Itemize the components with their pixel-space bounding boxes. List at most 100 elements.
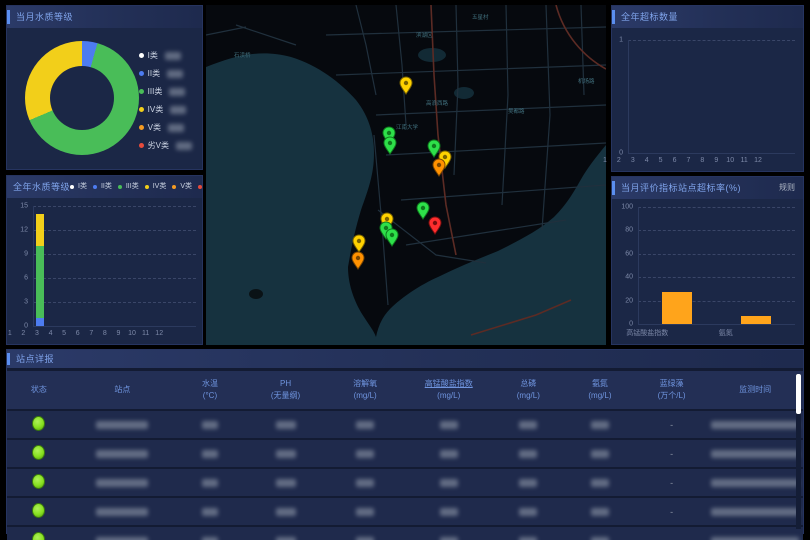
y-axis [33,206,34,326]
legend-dot [139,89,144,94]
legend-label: II类 [101,176,112,198]
table-cell [246,478,326,487]
year-grade-chart: 03691215123456789101112 [7,198,204,344]
table-cell [7,474,71,491]
panel-month-rate: 当月评价指标站点超标率(%) 规则 020406080100高锰酸盐指数氨氮 [611,176,804,345]
gridline [33,278,196,279]
status-dot-green [32,474,45,489]
table-cell [564,507,636,516]
y-tick: 0 [612,150,623,157]
redacted-station [96,450,148,458]
table-cell [325,478,405,487]
y-axis [628,40,629,153]
no-data-dash: - [670,420,673,430]
legend-label: I类 [148,50,158,61]
table-cell [405,507,493,516]
table-cell [405,420,493,429]
redacted-value [519,421,537,429]
donut-legend: I类 II类 III类 IV类 V类劣V类 [139,50,192,151]
legend-item[interactable]: I类 [139,50,192,61]
legend-item[interactable]: II类 [93,176,112,198]
legend-item[interactable]: I类 [70,176,87,198]
table-row[interactable]: - [7,498,803,525]
legend-item[interactable]: IV类 [145,176,167,198]
table-row[interactable]: - [7,527,803,540]
legend-dot [139,107,144,112]
header-accent [612,10,615,24]
table-cell [174,507,246,516]
legend-item[interactable]: V类 [172,176,192,198]
panel-title: 全年水质等级 [13,176,70,198]
column-header: 监测时间 [707,384,803,396]
status-dot-green [32,503,45,518]
rate-bar [741,316,771,324]
table-cell [707,420,803,429]
legend-dot [139,125,144,130]
redacted-value [440,421,458,429]
redacted-value [356,450,374,458]
map-pond [418,48,446,62]
panel-station-table: 站点详报 状态站点水温(°C)PH(无量纲)溶解氧(mg/L)高锰酸盐指数(mg… [6,349,804,534]
panel-month-rate-header: 当月评价指标站点超标率(%) 规则 [612,177,803,199]
table-cell [325,507,405,516]
table-cell [564,420,636,429]
status-dot-green [32,416,45,431]
legend-label: III类 [148,86,163,97]
redacted-station [96,508,148,516]
gridline [638,207,795,208]
legend-dot [93,185,97,189]
map-label: 滨湖区 [416,31,433,39]
no-data-dash: - [670,449,673,459]
station-table-header: 站点详报 [7,350,803,368]
column-header: 氨氮(mg/L) [564,378,636,402]
panel-title: 站点详报 [16,350,54,368]
rules-link[interactable]: 规则 [779,177,795,199]
redacted-value [519,508,537,516]
table-cell [707,507,803,516]
redacted-value [276,421,296,429]
legend-item[interactable]: 劣V类 [139,140,192,151]
legend-item[interactable]: IV类 [139,104,192,115]
table-cell [174,536,246,540]
column-header: 蓝绿藻(万个/L) [636,378,708,402]
map[interactable]: 石渎桥五星村滨湖区江南大学高浪西路吴都路机场路 [206,5,606,345]
legend-item[interactable]: II类 [139,68,192,79]
panel-month-quality-header: 当月水质等级 [7,6,202,28]
header-accent [612,181,615,195]
table-row[interactable]: - [7,411,803,438]
table-cell [325,536,405,540]
table-cell [325,420,405,429]
table-body: - - - - - [7,411,803,540]
y-tick: 0 [7,323,28,330]
redacted-value [711,508,799,516]
y-tick: 60 [612,250,633,257]
legend-item[interactable]: III类 [139,86,192,97]
map-canvas: 石渎桥五星村滨湖区江南大学高浪西路吴都路机场路 [206,5,606,345]
table-cell [493,507,565,516]
redacted-value [591,508,609,516]
scrollbar-thumb[interactable] [796,374,801,414]
legend-label: V类 [180,176,192,198]
stacked-bar-segment [36,214,44,246]
x-axis [638,324,795,325]
x-tick: 12 [728,157,788,164]
redacted-value [591,421,609,429]
redacted-value [711,421,799,429]
redacted-value [202,421,218,429]
table-cell [246,536,326,540]
legend-item[interactable]: III类 [118,176,139,198]
legend-label: I类 [78,176,87,198]
table-cell [564,449,636,458]
table-row[interactable]: - [7,469,803,496]
table-cell [405,449,493,458]
table-row[interactable]: - [7,440,803,467]
no-data-dash: - [670,478,673,488]
gridline [628,40,795,41]
legend-item[interactable]: V类 [139,122,192,133]
table-cell [71,536,174,540]
column-header: 溶解氧(mg/L) [325,378,405,402]
table-cell [707,449,803,458]
table-scrollbar[interactable] [796,374,801,529]
redacted-value [356,508,374,516]
month-rate-chart: 020406080100高锰酸盐指数氨氮 [612,199,805,344]
